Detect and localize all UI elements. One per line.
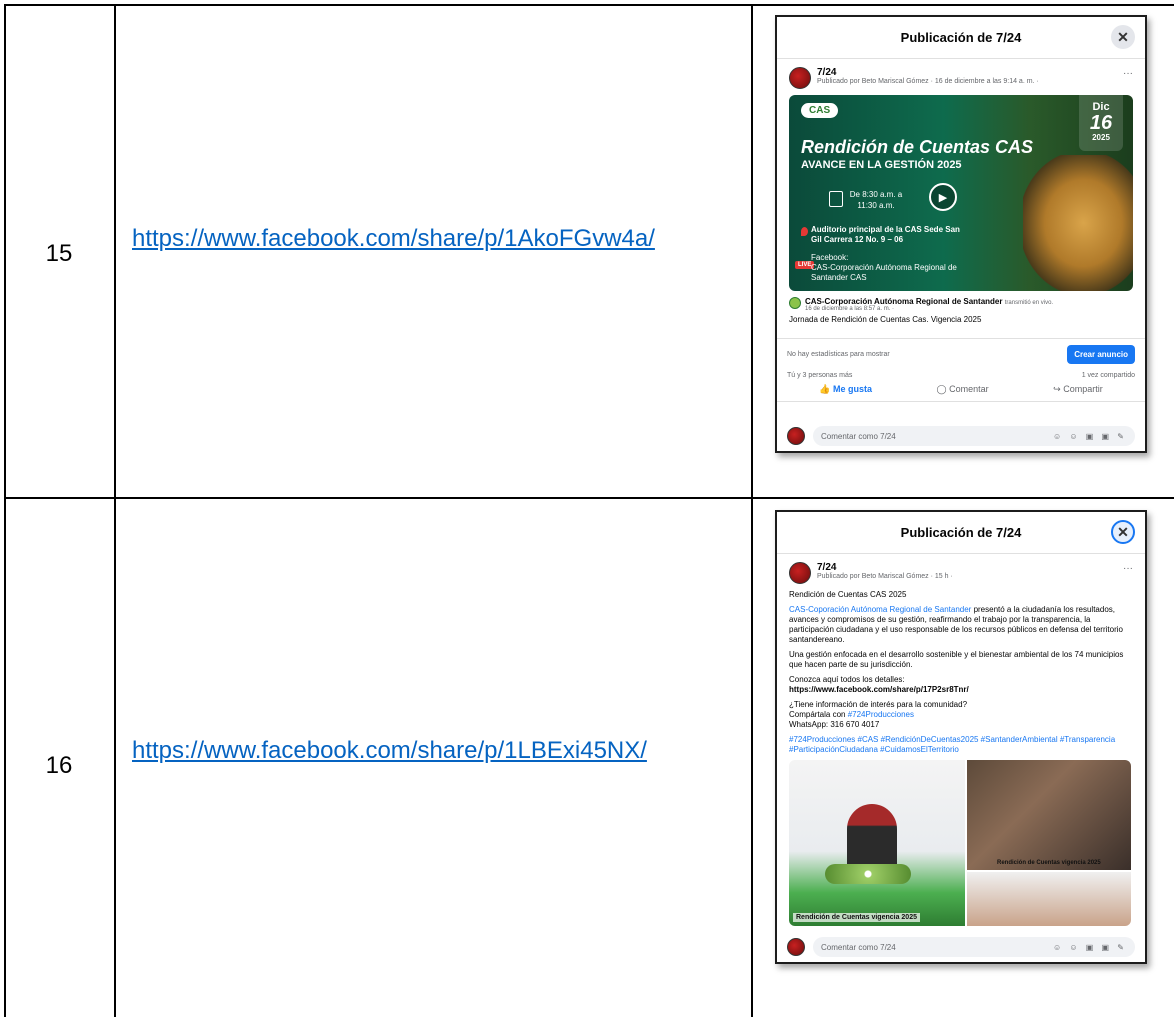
author-meta: Publicado por Beto Mariscal Gómez · 16 d…: [817, 78, 1039, 85]
jaguar-image: [1023, 155, 1133, 291]
post-paragraph: Una gestión enfocada en el desarrollo so…: [789, 650, 1124, 669]
post-author: 7/24 Publicado por Beto Mariscal Gómez ·…: [777, 554, 1145, 588]
photo-audience[interactable]: [967, 760, 1131, 870]
post-heading: Rendición de Cuentas CAS 2025: [789, 590, 907, 599]
post-paragraph: CAS-Coporación Autónoma Regional de Sant…: [789, 605, 1123, 644]
author-name[interactable]: 7/24: [817, 67, 1039, 78]
stats-text: No hay estadísticas para mostrar: [787, 351, 890, 358]
share-button[interactable]: ↪ Compartir: [1053, 384, 1103, 395]
row-divider: [4, 497, 1174, 499]
modal-header: Publicación de 7/24 ✕: [777, 17, 1145, 59]
avatar: [787, 938, 805, 956]
column-divider-1: [114, 4, 116, 1017]
event-time: De 8:30 a.m. a 11:30 a.m.: [849, 190, 903, 210]
comment-tools-icons[interactable]: ☺ ☺ ▣ ▣ ✎: [1053, 432, 1127, 441]
post-link[interactable]: https://www.facebook.com/share/p/1LBExi4…: [132, 736, 732, 766]
location-pin-icon: [801, 227, 808, 236]
author-name[interactable]: 7/24: [817, 562, 953, 573]
table-border-left: [4, 4, 6, 1017]
post-author: 7/24 Publicado por Beto Mariscal Gómez ·…: [777, 59, 1145, 93]
facebook-post-screenshot: Publicación de 7/24 ✕ 7/24 Publicado por…: [775, 510, 1147, 964]
more-options-icon[interactable]: ···: [1123, 563, 1133, 574]
photo-main[interactable]: Rendición de Cuentas vigencia 2025: [789, 760, 965, 926]
avatar[interactable]: [789, 562, 811, 584]
reaction-count[interactable]: Tú y 3 personas más: [787, 372, 852, 379]
comment-bar: Comentar como 7/24 ☺ ☺ ▣ ▣ ✎: [777, 421, 1145, 451]
page-logo-icon: [789, 297, 801, 309]
calendar-icon: [829, 191, 843, 207]
event-location: Auditorio principal de la CAS Sede San G…: [811, 225, 960, 244]
photo-grid[interactable]: Rendición de Cuentas vigencia 2025 Rendi…: [789, 760, 1131, 926]
avatar: [787, 427, 805, 445]
photo-audience-2[interactable]: [967, 872, 1131, 926]
shared-info: CAS-Corporación Autónoma Regional de San…: [789, 297, 1133, 324]
shared-page-name[interactable]: CAS-Corporación Autónoma Regional de San…: [805, 297, 1003, 306]
like-button[interactable]: 👍 Me gusta: [819, 384, 872, 395]
row-number: 15: [45, 240, 73, 267]
event-date: Dic 16 2025: [1079, 95, 1123, 151]
cas-logo: CAS: [801, 103, 839, 118]
create-ad-button[interactable]: Crear anuncio: [1067, 345, 1135, 364]
close-icon[interactable]: ✕: [1111, 25, 1135, 49]
column-divider-2: [751, 4, 753, 1017]
facebook-page-info: Facebook: CAS-Corporación Autónoma Regio…: [811, 253, 957, 282]
facebook-post-screenshot: Publicación de 7/24 ✕ 7/24 Publicado por…: [775, 15, 1147, 453]
modal-title: Publicación de 7/24: [900, 30, 1022, 45]
post-link[interactable]: https://www.facebook.com/share/p/1AkoFGv…: [132, 224, 732, 254]
close-icon[interactable]: ✕: [1111, 520, 1135, 544]
avatar[interactable]: [789, 67, 811, 89]
comment-input[interactable]: Comentar como 7/24 ☺ ☺ ▣ ▣ ✎: [813, 937, 1135, 957]
row-number: 16: [45, 752, 73, 779]
details-link[interactable]: https://www.facebook.com/share/p/17P2sr8…: [789, 685, 969, 694]
post-image[interactable]: CAS Dic 16 2025 Rendición de Cuentas CAS…: [789, 95, 1133, 291]
reactions-row: Tú y 3 personas más 1 vez compartido: [777, 370, 1145, 381]
post-actions: 👍 Me gusta ◯ Comentar ↪ Compartir: [777, 381, 1145, 402]
comment-bar: Comentar como 7/24 ☺ ☺ ▣ ▣ ✎: [777, 932, 1145, 962]
contact-block: ¿Tiene información de interés para la co…: [789, 700, 968, 729]
hashtags[interactable]: #724Producciones #CAS #RendiciónDeCuenta…: [789, 735, 1133, 755]
modal-header: Publicación de 7/24 ✕: [777, 512, 1145, 554]
image-title: Rendición de Cuentas CAS: [801, 137, 1034, 157]
image-subtitle: AVANCE EN LA GESTIÓN 2025: [801, 159, 962, 171]
comment-button[interactable]: ◯ Comentar: [937, 384, 989, 395]
play-icon[interactable]: ▶: [929, 183, 957, 211]
author-meta: Publicado por Beto Mariscal Gómez · 15 h…: [817, 573, 953, 580]
flower-arrangement: [825, 864, 911, 884]
hashtag-link[interactable]: #724Producciones: [848, 710, 914, 719]
table-border-top: [4, 4, 1174, 6]
stats-bar: No hay estadísticas para mostrar Crear a…: [777, 338, 1145, 370]
post-caption: Jornada de Rendición de Cuentas Cas. Vig…: [789, 315, 982, 324]
photo-caption: Rendición de Cuentas vigencia 2025: [997, 860, 1101, 866]
comment-input[interactable]: Comentar como 7/24 ☺ ☺ ▣ ▣ ✎: [813, 426, 1135, 446]
post-body: Rendición de Cuentas CAS 2025 CAS-Copora…: [777, 588, 1145, 762]
page-mention-link[interactable]: CAS-Coporación Autónoma Regional de Sant…: [789, 605, 971, 614]
photo-caption: Rendición de Cuentas vigencia 2025: [793, 913, 920, 922]
modal-title: Publicación de 7/24: [900, 525, 1022, 540]
details-block: Conozca aquí todos los detalles: https://…: [789, 675, 969, 694]
more-options-icon[interactable]: ···: [1123, 68, 1133, 79]
comment-tools-icons[interactable]: ☺ ☺ ▣ ▣ ✎: [1053, 943, 1127, 952]
share-count[interactable]: 1 vez compartido: [1082, 372, 1135, 379]
shared-time: 16 de diciembre a las 8:57 a. m. ·: [805, 306, 895, 312]
